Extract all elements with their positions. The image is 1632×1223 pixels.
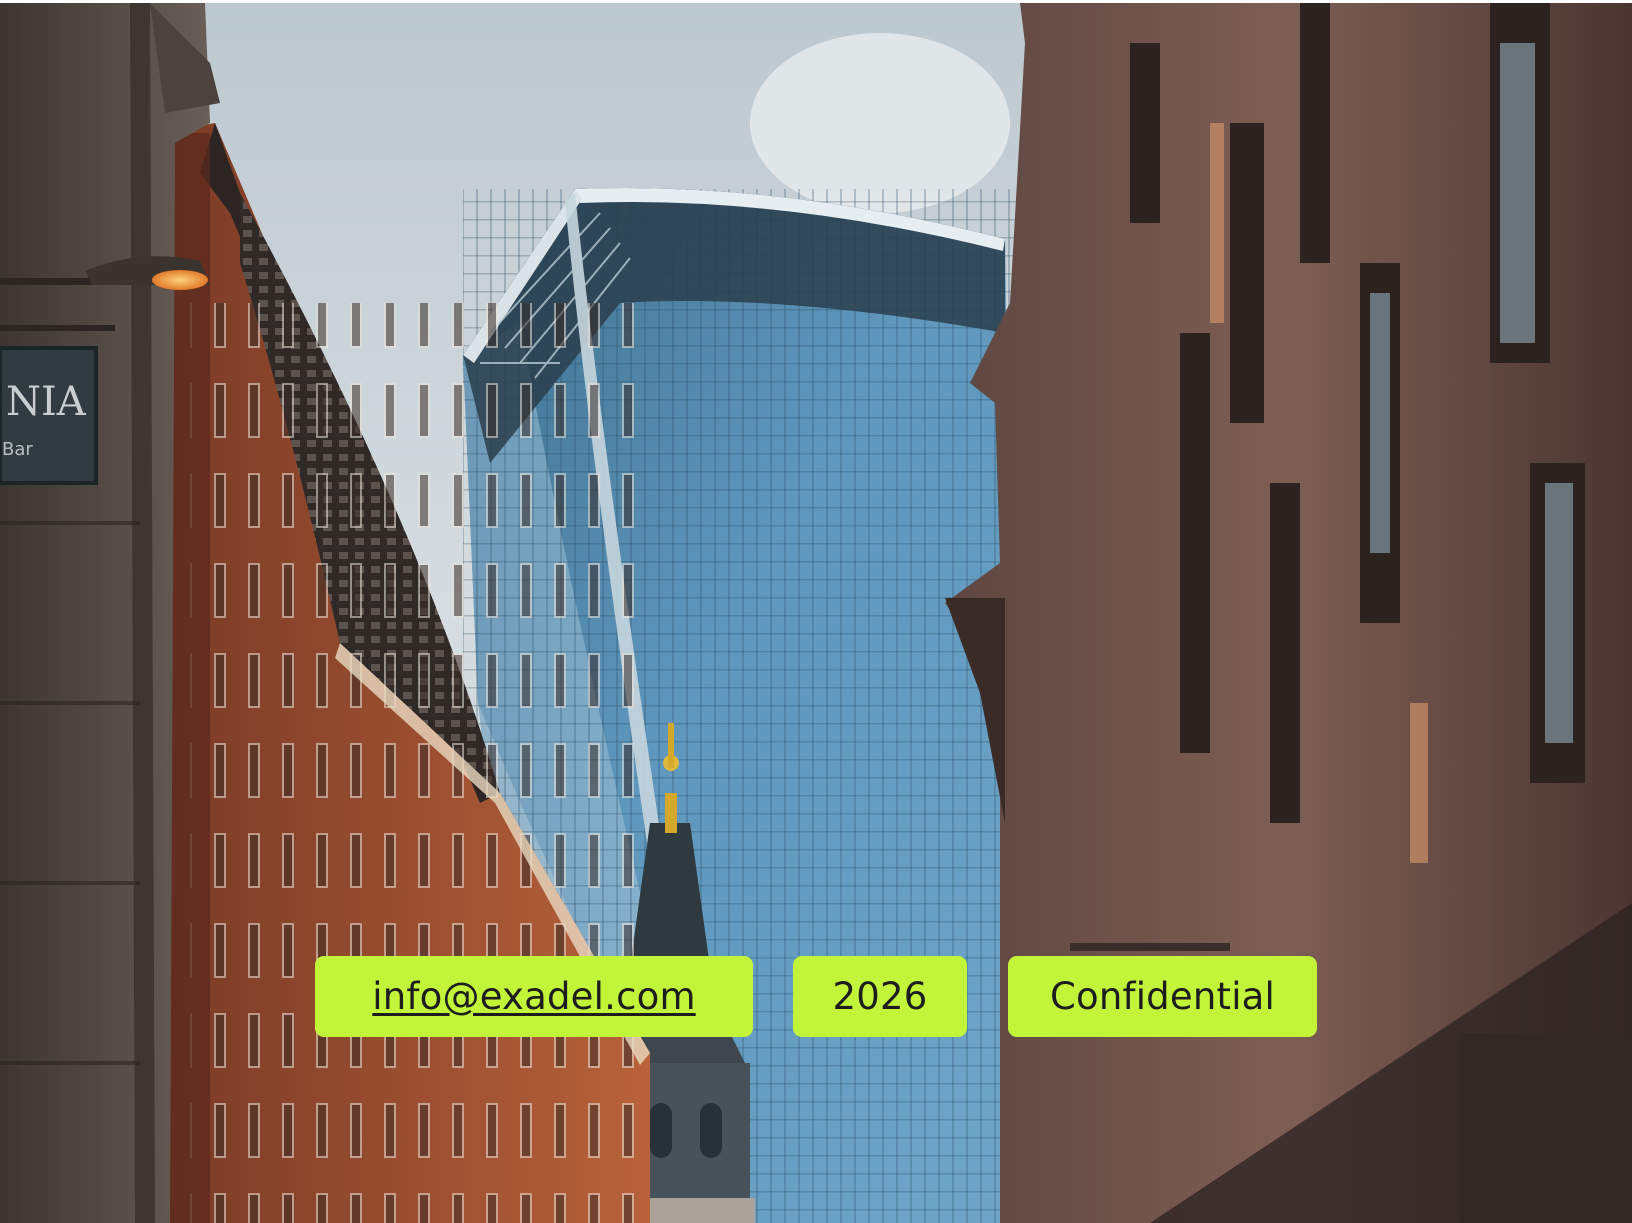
city-photo: NIA Bar: [0, 3, 1632, 1223]
confidential-pill: Confidential: [1008, 956, 1317, 1037]
confidential-label: Confidential: [1049, 975, 1276, 1018]
svg-text:NIA: NIA: [6, 379, 87, 425]
slide-background: NIA Bar info@exadel.com 2026 Confidentia…: [0, 3, 1632, 1223]
year-label: 2026: [832, 975, 928, 1018]
year-pill: 2026: [793, 956, 967, 1037]
email-link[interactable]: info@exadel.com: [372, 975, 695, 1018]
email-pill[interactable]: info@exadel.com: [315, 956, 753, 1037]
svg-text:Bar: Bar: [2, 439, 33, 460]
